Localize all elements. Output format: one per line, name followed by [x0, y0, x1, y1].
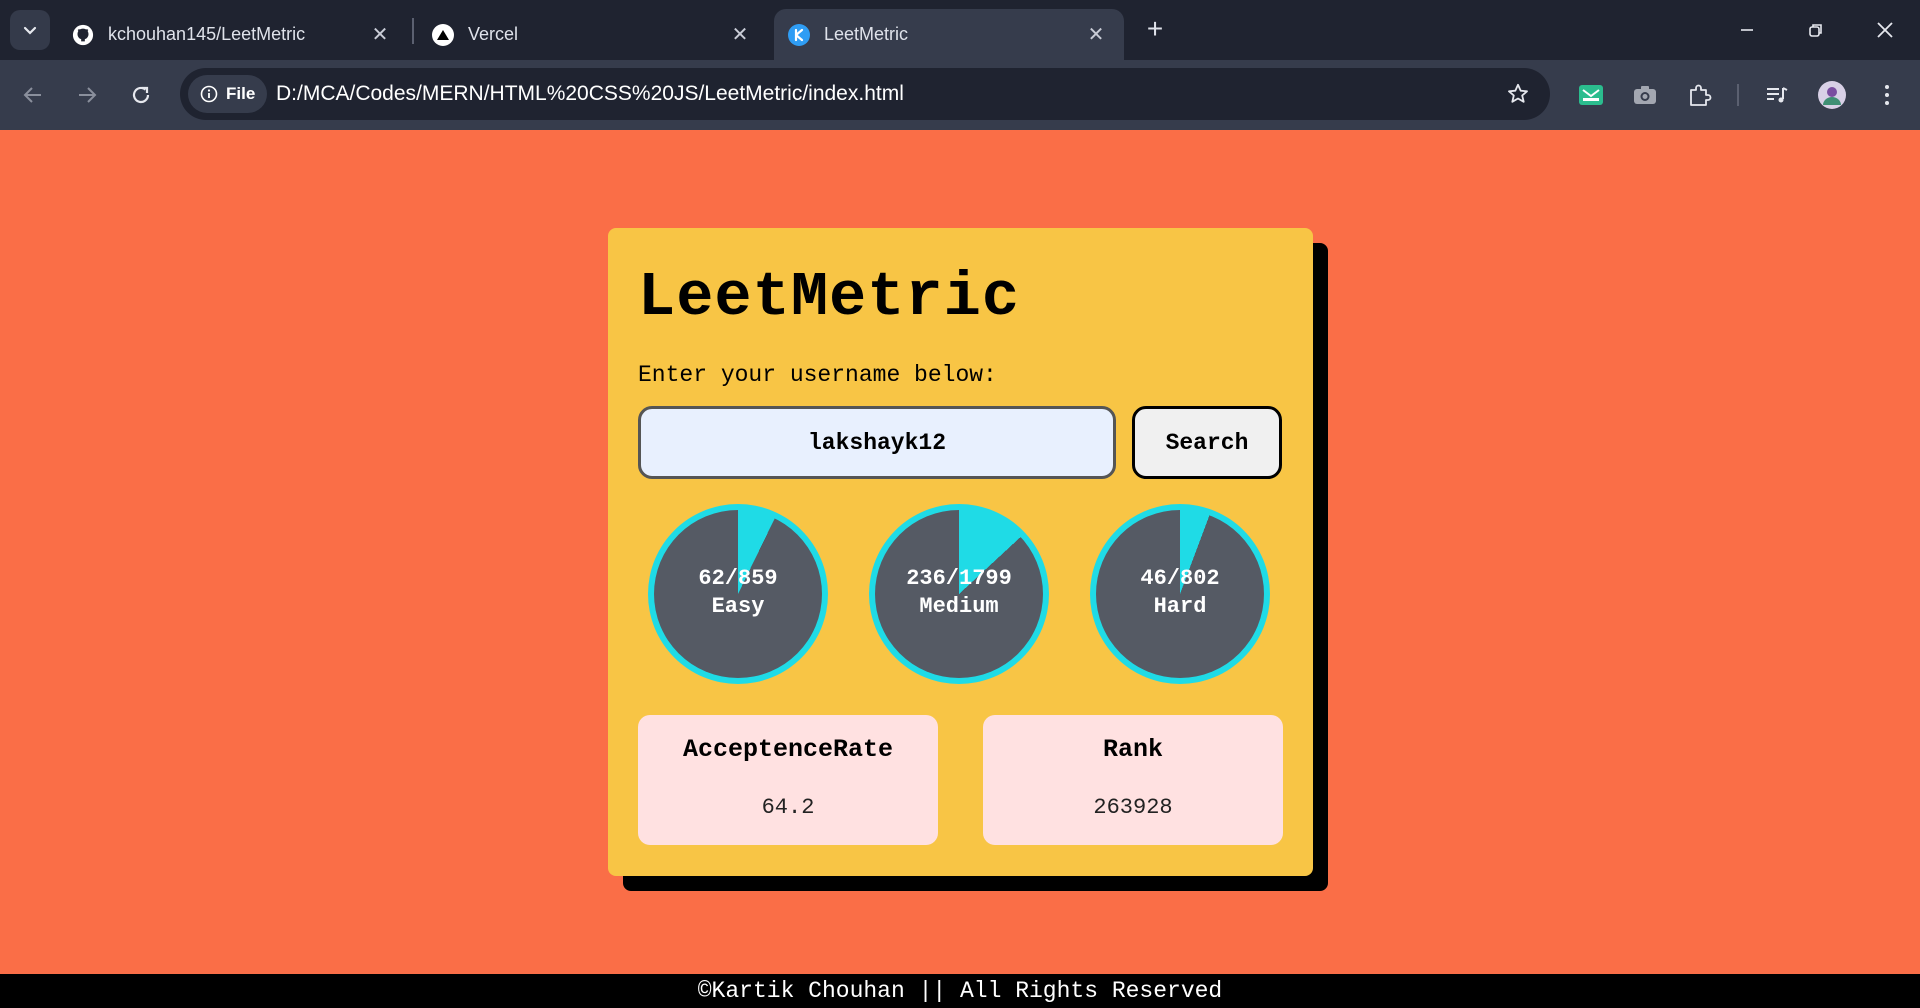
vercel-icon — [432, 23, 454, 46]
browser-menu-icon[interactable] — [1870, 78, 1904, 112]
camera-extension-icon[interactable] — [1628, 78, 1662, 112]
minimize-button[interactable] — [1724, 12, 1770, 48]
profile-avatar[interactable] — [1815, 78, 1849, 112]
tab-title: Vercel — [468, 24, 519, 44]
medium-progress-circle: 236/1799 Medium — [869, 504, 1049, 684]
username-input[interactable] — [638, 406, 1116, 479]
minimize-icon — [1741, 29, 1753, 31]
acceptance-rate-label: AcceptenceRate — [682, 735, 894, 764]
tab-strip: kchouhan145/LeetMetric ✕ Vercel ✕ LeetMe… — [0, 0, 1920, 60]
progress-label: 236/1799 Medium — [869, 504, 1049, 684]
address-bar[interactable]: File D:/MCA/Codes/MERN/HTML%20CSS%20JS/L… — [180, 68, 1550, 120]
info-icon — [200, 85, 218, 103]
restore-button[interactable] — [1793, 12, 1839, 48]
hard-progress-circle: 46/802 Hard — [1090, 504, 1270, 684]
new-tab-button[interactable]: + — [1140, 13, 1170, 44]
mail-extension-icon[interactable] — [1574, 78, 1608, 112]
close-tab-icon[interactable]: ✕ — [368, 23, 392, 47]
leetmetric-icon — [788, 23, 810, 46]
easy-level-label: Easy — [711, 594, 765, 619]
hard-level-label: Hard — [1153, 594, 1207, 619]
search-button[interactable]: Search — [1132, 406, 1282, 479]
arrow-left-icon — [23, 87, 41, 103]
rank-card: Rank 263928 — [983, 715, 1283, 845]
back-button[interactable] — [14, 76, 52, 114]
site-info-chip[interactable]: File — [188, 75, 268, 113]
tab-title: kchouhan145/LeetMetric — [108, 24, 306, 44]
tab-title: LeetMetric — [824, 24, 909, 44]
browser-toolbar: File D:/MCA/Codes/MERN/HTML%20CSS%20JS/L… — [0, 60, 1920, 130]
reload-icon — [132, 86, 150, 104]
tab-leetmetric[interactable]: LeetMetric ✕ — [774, 9, 1124, 60]
progress-label: 46/802 Hard — [1090, 504, 1270, 684]
easy-solved-count: 62/859 — [698, 566, 778, 591]
puzzle-extensions-icon[interactable] — [1682, 78, 1716, 112]
reload-button[interactable] — [122, 76, 160, 114]
rank-label: Rank — [1102, 735, 1163, 764]
url-text[interactable]: D:/MCA/Codes/MERN/HTML%20CSS%20JS/LeetMe… — [276, 68, 904, 120]
arrow-right-icon — [79, 87, 97, 103]
easy-progress-circle: 62/859 Easy — [648, 504, 828, 684]
page-footer: ©Kartik Chouhan || All Rights Reserved — [0, 974, 1920, 1008]
tab-divider — [412, 18, 414, 44]
username-prompt: Enter your username below: — [638, 362, 997, 388]
progress-label: 62/859 Easy — [648, 504, 828, 684]
restore-icon — [1809, 24, 1822, 37]
chevron-down-icon — [23, 26, 37, 35]
tab-github[interactable]: kchouhan145/LeetMetric ✕ — [58, 9, 408, 60]
close-tab-icon[interactable]: ✕ — [728, 23, 752, 47]
medium-level-label: Medium — [919, 594, 999, 619]
github-icon — [72, 24, 94, 46]
medium-solved-count: 236/1799 — [906, 566, 1012, 591]
media-control-icon[interactable] — [1760, 78, 1794, 112]
app-title: LeetMetric — [638, 262, 1021, 333]
forward-button[interactable] — [68, 76, 106, 114]
acceptance-rate-card: AcceptenceRate 64.2 — [638, 715, 938, 845]
site-info-label: File — [226, 84, 256, 103]
hard-solved-count: 46/802 — [1140, 566, 1220, 591]
acceptance-rate-value: 64.2 — [761, 795, 815, 820]
tab-vercel[interactable]: Vercel ✕ — [418, 9, 768, 60]
close-window-button[interactable] — [1862, 12, 1908, 48]
tab-search-button[interactable] — [10, 10, 50, 50]
rank-value: 263928 — [1093, 795, 1173, 820]
leetmetric-card: LeetMetric Enter your username below: Se… — [608, 228, 1313, 876]
close-icon — [1877, 22, 1893, 38]
close-tab-icon[interactable]: ✕ — [1084, 23, 1108, 47]
toolbar-divider — [1737, 84, 1739, 106]
bookmark-star-icon[interactable] — [1504, 80, 1532, 108]
